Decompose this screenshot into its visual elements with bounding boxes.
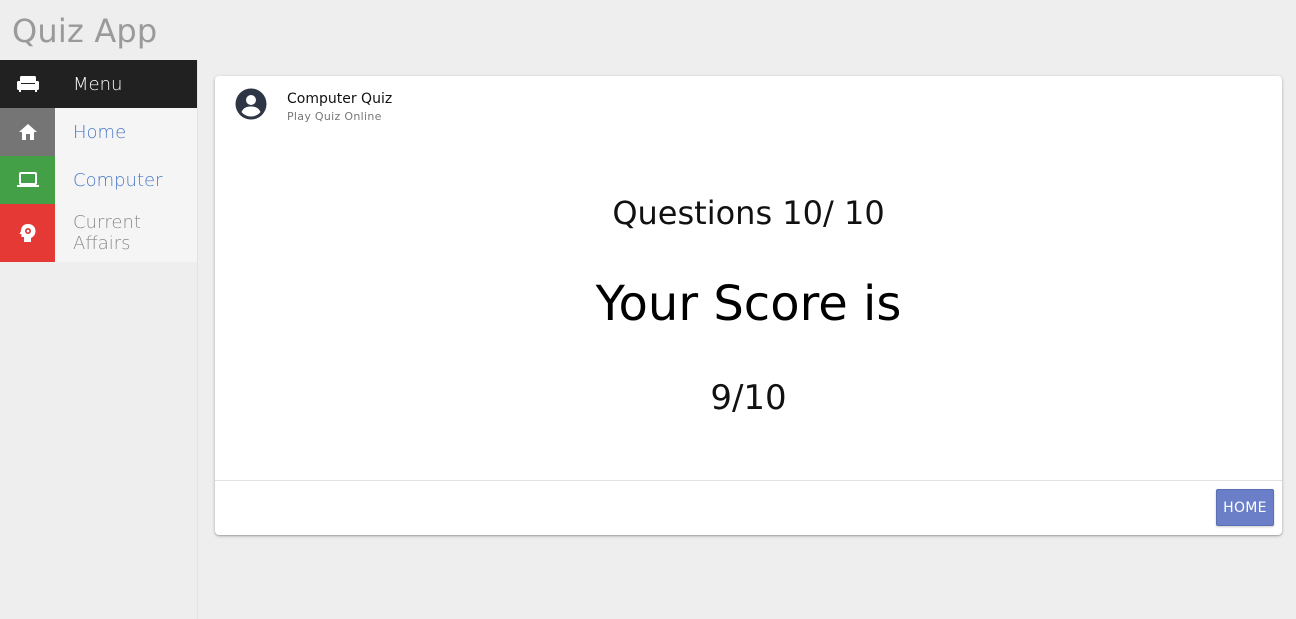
sidebar: Menu Home Computer Current Affairs [0,60,198,619]
laptop-icon [0,156,55,204]
sidebar-item-label: Computer [73,169,163,191]
sidebar-item-computer[interactable]: Computer [0,156,197,204]
sofa-icon [0,60,55,108]
app-title: Quiz App [12,12,158,50]
sidebar-item-label: Menu [73,73,123,95]
sidebar-item-menu: Menu [0,60,197,108]
sidebar-item-current-affairs[interactable]: Current Affairs [0,204,197,262]
sidebar-item-label: Home [73,121,127,143]
score-heading: Your Score is [595,276,902,332]
home-icon [0,108,55,156]
card-divider [215,480,1282,481]
sidebar-item-home[interactable]: Home [0,108,197,156]
head-gear-icon [0,204,55,262]
home-button[interactable]: HOME [1216,489,1274,526]
card-subtitle: Play Quiz Online [287,109,382,123]
quiz-result-card: Computer Quiz Play Quiz Online Questions… [215,76,1282,535]
card-header: Computer Quiz Play Quiz Online [235,88,392,125]
question-count: Questions 10/ 10 [612,194,885,232]
card-title: Computer Quiz [287,90,393,107]
sidebar-item-label: Current Affairs [73,212,141,254]
account-circle-icon [235,88,267,125]
score-value: 9/10 [710,378,787,418]
